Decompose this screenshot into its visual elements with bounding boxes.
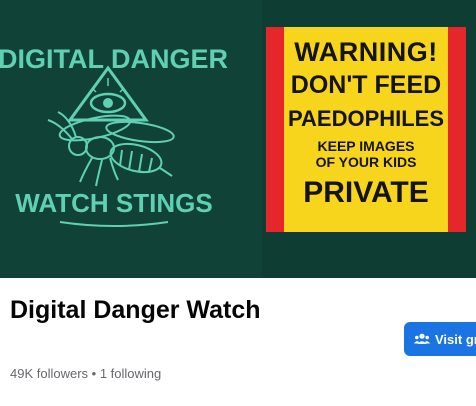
eye-of-providence-icon bbox=[67, 65, 149, 122]
logo-line2: WATCH STINGS bbox=[15, 188, 212, 218]
visit-group-button[interactable]: Visit gro bbox=[404, 322, 476, 356]
cover-photo[interactable]: DIGITAL DANGER WATCH STINGS WARNING! DON… bbox=[0, 0, 476, 278]
sign-line1: WARNING! bbox=[294, 37, 438, 67]
cover-logo-panel: DIGITAL DANGER WATCH STINGS bbox=[0, 0, 262, 278]
logo-graphic: DIGITAL DANGER WATCH STINGS bbox=[0, 44, 228, 227]
sign-line2: DON'T FEED bbox=[290, 71, 442, 99]
warning-sign-panel: WARNING! DON'T FEED PAEDOPHILES KEEP IMA… bbox=[284, 27, 448, 232]
sign-line5: OF YOUR KIDS bbox=[315, 154, 417, 170]
sign-line4: KEEP IMAGES bbox=[317, 138, 415, 154]
visit-group-label: Visit gro bbox=[435, 331, 476, 347]
warning-sign: WARNING! DON'T FEED PAEDOPHILES KEEP IMA… bbox=[266, 27, 466, 232]
logo-line1: DIGITAL DANGER bbox=[0, 44, 228, 74]
wasp-icon bbox=[47, 111, 175, 187]
sign-line6: PRIVATE bbox=[303, 176, 429, 209]
sign-line3: PAEDOPHILES bbox=[287, 106, 445, 131]
page-viewport: DIGITAL DANGER WATCH STINGS WARNING! DON… bbox=[0, 0, 476, 406]
logo-underline bbox=[59, 221, 169, 227]
follower-stats[interactable]: 49K followers • 1 following bbox=[10, 366, 161, 381]
page-title: Digital Danger Watch bbox=[10, 296, 261, 324]
group-icon bbox=[414, 333, 430, 345]
